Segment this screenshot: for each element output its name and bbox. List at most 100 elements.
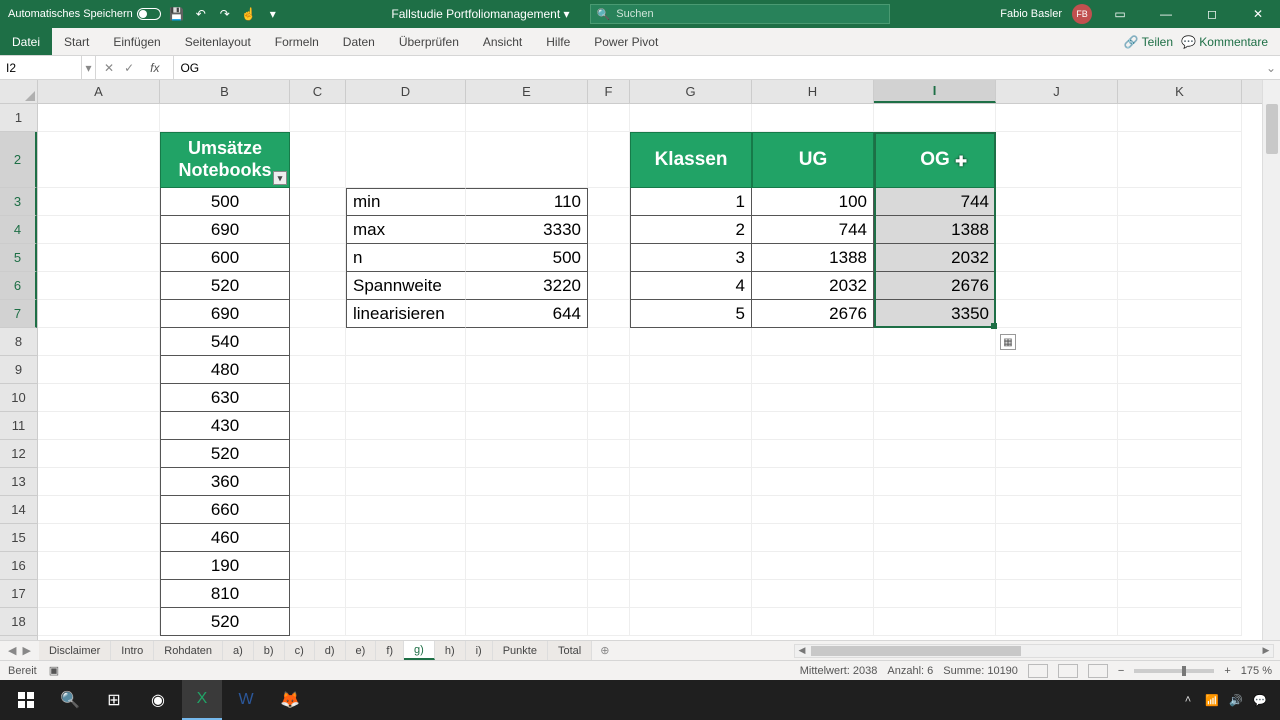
cell[interactable] xyxy=(346,104,466,132)
row-head[interactable]: 14 xyxy=(0,496,37,524)
cell[interactable]: 3330 xyxy=(466,216,588,244)
cell[interactable] xyxy=(38,608,160,636)
cell[interactable] xyxy=(290,552,346,580)
cell[interactable]: 1388 xyxy=(752,244,874,272)
cell[interactable] xyxy=(630,412,752,440)
cell[interactable] xyxy=(290,104,346,132)
cell[interactable] xyxy=(1118,244,1242,272)
cell[interactable] xyxy=(290,132,346,188)
sheet-tab-active[interactable]: g) xyxy=(404,641,435,660)
excel-taskbar-icon[interactable]: X xyxy=(182,680,222,720)
share-button[interactable]: 🔗 Teilen xyxy=(1124,35,1173,49)
cell[interactable]: 3350 xyxy=(874,300,996,328)
cell[interactable] xyxy=(588,356,630,384)
cell[interactable] xyxy=(290,216,346,244)
cell[interactable] xyxy=(874,496,996,524)
minimize-icon[interactable]: — xyxy=(1148,0,1184,28)
cell[interactable] xyxy=(874,608,996,636)
row-head[interactable]: 11 xyxy=(0,412,37,440)
cell[interactable] xyxy=(290,412,346,440)
undo-icon[interactable]: ↶ xyxy=(193,6,209,22)
macro-record-icon[interactable]: ▣ xyxy=(49,664,59,677)
cell[interactable]: 660 xyxy=(160,496,290,524)
qat-more-icon[interactable]: ▾ xyxy=(265,6,281,22)
cell[interactable] xyxy=(38,580,160,608)
sheet-tab[interactable]: f) xyxy=(376,641,404,660)
cell[interactable] xyxy=(290,384,346,412)
cell[interactable] xyxy=(466,132,588,188)
cell-header-umsaetze[interactable]: UmsätzeNotebooks ▾ xyxy=(160,132,290,188)
formula-input[interactable]: OG xyxy=(174,61,1262,75)
cell[interactable] xyxy=(588,244,630,272)
cell[interactable] xyxy=(466,356,588,384)
cell[interactable] xyxy=(996,496,1118,524)
cell[interactable] xyxy=(346,468,466,496)
cell[interactable]: 2032 xyxy=(752,272,874,300)
row-head[interactable]: 16 xyxy=(0,552,37,580)
cell[interactable]: 630 xyxy=(160,384,290,412)
toggle-switch-icon[interactable] xyxy=(137,8,161,20)
cell[interactable] xyxy=(874,524,996,552)
cell[interactable] xyxy=(996,524,1118,552)
cell[interactable] xyxy=(996,356,1118,384)
cell[interactable] xyxy=(996,384,1118,412)
cell[interactable]: 4 xyxy=(630,272,752,300)
zoom-level[interactable]: 175 % xyxy=(1241,665,1272,677)
cell[interactable]: 3 xyxy=(630,244,752,272)
obs-icon[interactable]: ◉ xyxy=(138,680,178,720)
col-head-I[interactable]: I xyxy=(874,80,996,103)
row-head[interactable]: 9 xyxy=(0,356,37,384)
start-button-icon[interactable] xyxy=(6,680,46,720)
cell[interactable] xyxy=(588,552,630,580)
vertical-scrollbar[interactable] xyxy=(1262,80,1280,640)
tab-formeln[interactable]: Formeln xyxy=(263,28,331,55)
cell[interactable] xyxy=(38,300,160,328)
cell[interactable] xyxy=(346,132,466,188)
tab-einfuegen[interactable]: Einfügen xyxy=(101,28,172,55)
cell[interactable] xyxy=(752,552,874,580)
col-head-D[interactable]: D xyxy=(346,80,466,103)
cell[interactable] xyxy=(38,132,160,188)
tab-ueberpruefen[interactable]: Überprüfen xyxy=(387,28,471,55)
cell[interactable] xyxy=(1118,580,1242,608)
cell[interactable] xyxy=(290,356,346,384)
zoom-in-icon[interactable]: + xyxy=(1224,665,1230,677)
touch-mode-icon[interactable]: ☝ xyxy=(241,6,257,22)
cell[interactable] xyxy=(290,272,346,300)
row-head[interactable]: 8 xyxy=(0,328,37,356)
scrollbar-thumb[interactable] xyxy=(1266,104,1278,154)
cell[interactable]: 5 xyxy=(630,300,752,328)
cell[interactable]: 500 xyxy=(466,244,588,272)
cell[interactable] xyxy=(630,580,752,608)
cell[interactable] xyxy=(466,412,588,440)
cell[interactable]: 430 xyxy=(160,412,290,440)
name-box[interactable]: I2 xyxy=(0,56,82,79)
col-head-H[interactable]: H xyxy=(752,80,874,103)
cell[interactable] xyxy=(38,104,160,132)
word-taskbar-icon[interactable]: W xyxy=(226,680,266,720)
cell[interactable] xyxy=(290,524,346,552)
cell[interactable] xyxy=(996,300,1118,328)
expand-formula-bar-icon[interactable]: ⌄ xyxy=(1262,61,1280,75)
row-head[interactable]: 1 xyxy=(0,104,37,132)
hscroll-thumb[interactable] xyxy=(811,646,1021,656)
sheet-tab[interactable]: Punkte xyxy=(493,641,548,660)
cell[interactable] xyxy=(588,272,630,300)
cell[interactable] xyxy=(996,440,1118,468)
cell[interactable] xyxy=(346,580,466,608)
row-head[interactable]: 12 xyxy=(0,440,37,468)
cell[interactable] xyxy=(38,552,160,580)
cell[interactable] xyxy=(1118,440,1242,468)
cell[interactable] xyxy=(1118,468,1242,496)
cell[interactable] xyxy=(874,384,996,412)
cell[interactable]: 100 xyxy=(752,188,874,216)
search-input[interactable]: 🔍 Suchen xyxy=(590,4,890,24)
cell[interactable] xyxy=(38,468,160,496)
firefox-taskbar-icon[interactable]: 🦊 xyxy=(270,680,310,720)
cell[interactable] xyxy=(874,412,996,440)
cell[interactable] xyxy=(752,384,874,412)
cell[interactable] xyxy=(996,132,1118,188)
tab-daten[interactable]: Daten xyxy=(331,28,387,55)
cell[interactable] xyxy=(1118,524,1242,552)
column-headers[interactable]: A B C D E F G H I J K xyxy=(38,80,1262,104)
